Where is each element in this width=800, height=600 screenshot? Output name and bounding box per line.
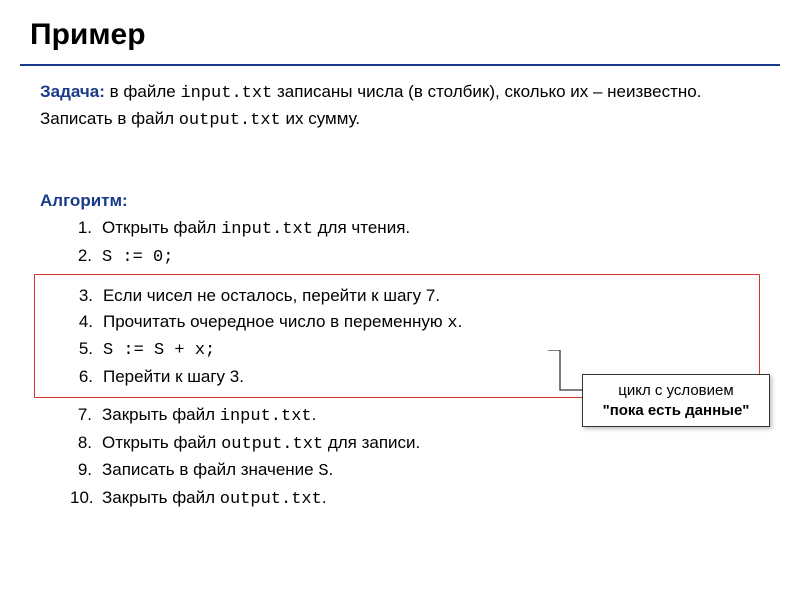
task-statement: Задача: в файле input.txt записаны числа… [40,80,760,133]
step-text: Перейти к шагу 3. [103,364,244,390]
step-text-post: . [329,460,334,479]
step-item: 5.S := S + x; [71,336,759,364]
step-text-pre: Перейти к шагу 3. [103,367,244,386]
step-code: S := 0; [102,248,173,267]
step-number: 8. [70,430,102,458]
step-text-post: для чтения. [313,218,410,237]
step-number: 3. [71,283,103,309]
step-code: S [318,462,328,481]
step-text-post: . [312,405,317,424]
algorithm-label: Алгоритм: [40,191,760,211]
callout-line1: цикл с условием [589,381,763,401]
step-text: Прочитать очередное число в переменную x… [103,309,462,337]
step-text-pre: Записать в файл значение [102,460,318,479]
step-text-post: для записи. [323,433,420,452]
step-item: 1.Открыть файл input.txt для чтения. [70,215,760,243]
step-item: 10.Закрыть файл output.txt. [70,485,760,513]
step-code: input.txt [221,220,313,239]
step-number: 1. [70,215,102,243]
step-number: 5. [71,336,103,364]
step-number: 10. [70,485,102,513]
step-text-post: . [322,488,327,507]
callout-line2: "пока есть данные" [589,401,763,421]
step-code: x [447,314,457,333]
page-title: Пример [30,18,770,52]
step-text: Открыть файл output.txt для записи. [102,430,420,458]
task-label: Задача: [40,82,105,101]
step-text: S := 0; [102,243,173,271]
step-text-pre: Закрыть файл [102,405,220,424]
task-filename-2: output.txt [179,111,281,130]
step-text-pre: Прочитать очередное число в переменную [103,312,447,331]
step-number: 2. [70,243,102,271]
step-item: 8.Открыть файл output.txt для записи. [70,430,760,458]
task-filename-1: input.txt [180,84,272,103]
step-item: 3.Если чисел не осталось, перейти к шагу… [71,283,759,309]
step-number: 9. [70,457,102,485]
step-number: 7. [70,402,102,430]
step-code: S := S + x; [103,341,215,360]
task-text-1: в файле [105,82,181,101]
step-code: output.txt [220,490,322,509]
step-item: 2.S := 0; [70,243,760,271]
step-item: 9.Записать в файл значение S. [70,457,760,485]
step-text: Закрыть файл output.txt. [102,485,327,513]
step-text-pre: Открыть файл [102,433,221,452]
step-text: Закрыть файл input.txt. [102,402,316,430]
step-text: S := S + x; [103,336,215,364]
step-text: Открыть файл input.txt для чтения. [102,215,410,243]
step-text: Записать в файл значение S. [102,457,333,485]
step-text-post: . [458,312,463,331]
task-text-3: их сумму. [281,109,360,128]
step-text-pre: Если чисел не осталось, перейти к шагу 7… [103,286,440,305]
step-code: input.txt [220,407,312,426]
steps-top: 1.Открыть файл input.txt для чтения.2.S … [40,215,760,270]
step-number: 6. [71,364,103,390]
step-number: 4. [71,309,103,337]
callout-box: цикл с условием "пока есть данные" [582,374,770,427]
step-text-pre: Открыть файл [102,218,221,237]
step-item: 4.Прочитать очередное число в переменную… [71,309,759,337]
step-text: Если чисел не осталось, перейти к шагу 7… [103,283,440,309]
step-code: output.txt [221,435,323,454]
step-text-pre: Закрыть файл [102,488,220,507]
